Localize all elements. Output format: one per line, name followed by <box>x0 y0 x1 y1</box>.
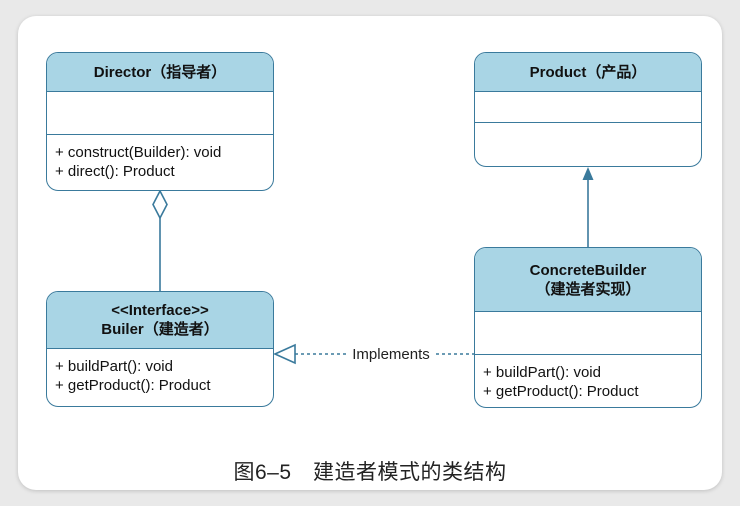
builder-class-name: Builer（建造者） <box>101 321 219 338</box>
implements-triangle <box>273 343 296 365</box>
builder-interface: <<Interface>> Builer（建造者） + buildPart():… <box>46 291 274 407</box>
product-association-arrowhead <box>582 167 594 180</box>
concrete-builder-class: ConcreteBuilder （建造者实现） + buildPart(): v… <box>474 247 702 408</box>
product-class-header: Product（产品） <box>475 53 701 92</box>
builder-method: + getProduct(): Product <box>55 377 211 394</box>
director-class-header: Director（指导者） <box>47 53 273 92</box>
builder-methods: + buildPart(): void + getProduct(): Prod… <box>47 349 273 395</box>
product-attributes <box>475 92 701 123</box>
director-attributes <box>47 92 273 135</box>
aggregation-diamond <box>152 189 168 220</box>
implements-label: Implements <box>352 346 430 363</box>
figure-caption: 图6–5 建造者模式的类结构 <box>233 461 507 484</box>
builder-method: + buildPart(): void <box>55 358 173 375</box>
director-methods: + construct(Builder): void + direct(): P… <box>47 135 273 181</box>
product-class: Product（产品） <box>474 52 702 167</box>
concrete-builder-subtitle: （建造者实现） <box>535 280 641 298</box>
concrete-builder-name: ConcreteBuilder <box>529 261 647 279</box>
builder-stereotype: <<Interface>> <box>111 302 209 319</box>
director-class: Director（指导者） + construct(Builder): void… <box>46 52 274 191</box>
builder-interface-header: <<Interface>> Builer（建造者） <box>47 292 273 349</box>
product-class-name: Product（产品） <box>529 63 647 81</box>
concrete-builder-header: ConcreteBuilder （建造者实现） <box>475 248 701 312</box>
concrete-builder-attributes <box>475 312 701 355</box>
concrete-builder-method: + buildPart(): void <box>483 364 601 381</box>
director-method: + direct(): Product <box>55 163 175 180</box>
director-method: + construct(Builder): void <box>55 144 222 161</box>
concrete-builder-method: + getProduct(): Product <box>483 383 639 400</box>
product-methods <box>475 123 701 131</box>
concrete-builder-methods: + buildPart(): void + getProduct(): Prod… <box>475 355 701 401</box>
director-class-name: Director（指导者） <box>93 63 227 81</box>
